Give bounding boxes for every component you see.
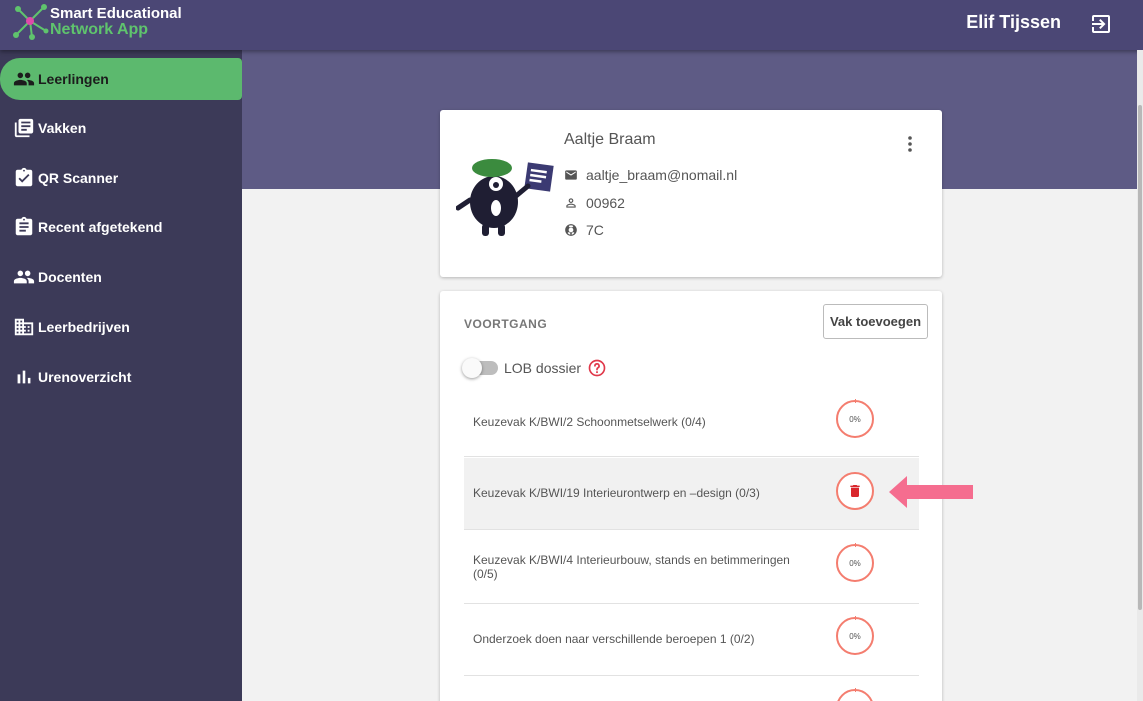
brand-line-2: Network App bbox=[50, 21, 149, 38]
progress-circle: 0% bbox=[836, 399, 874, 438]
student-email-row: aaltje_braam@nomail.nl bbox=[564, 167, 737, 183]
person-outline-icon bbox=[566, 198, 576, 208]
arrow-left-icon bbox=[889, 476, 973, 508]
subject-row[interactable]: Onderzoek doen naar verschillende beroep… bbox=[464, 605, 919, 676]
sidebar-item-label: Leerlingen bbox=[38, 71, 109, 87]
student-number-row: 00962 bbox=[564, 195, 625, 211]
subject-label: Keuzevak K/BWI/2 Schoonmetselwerk (0/4) bbox=[473, 415, 706, 429]
student-avatar-icon bbox=[456, 159, 554, 236]
progress-card: VOORTGANG Vak toevoegen LOB dossier Keuz… bbox=[440, 291, 942, 701]
student-name: Aaltje Braam bbox=[564, 131, 656, 148]
logout-icon[interactable] bbox=[1089, 12, 1113, 36]
sidebar: Leerlingen Vakken QR Scanner Recent afge… bbox=[0, 50, 242, 701]
subject-row[interactable]: Keuzevak K/BWI/4 Interieurbouw, stands e… bbox=[464, 531, 919, 604]
student-class-row: 7C bbox=[564, 222, 604, 238]
sidebar-item-docenten[interactable]: Docenten bbox=[0, 256, 242, 298]
scrollbar[interactable] bbox=[1137, 50, 1143, 701]
people-icon bbox=[13, 72, 35, 86]
sidebar-item-recent-afgetekend[interactable]: Recent afgetekend bbox=[0, 206, 242, 248]
sidebar-item-label: Docenten bbox=[38, 269, 102, 285]
subject-label: Keuzevak K/BWI/4 Interieurbouw, stands e… bbox=[473, 553, 790, 581]
toggle-knob bbox=[462, 358, 482, 378]
help-icon[interactable] bbox=[587, 358, 607, 378]
subject-row[interactable] bbox=[464, 677, 919, 701]
progress-circle bbox=[836, 688, 874, 701]
sidebar-item-label: Recent afgetekend bbox=[38, 219, 163, 235]
sidebar-item-urenoverzicht[interactable]: Urenoverzicht bbox=[0, 356, 242, 398]
mail-icon bbox=[565, 170, 577, 180]
people-icon bbox=[13, 270, 35, 284]
brand-line-1: Smart Educational bbox=[50, 5, 182, 22]
trash-icon bbox=[850, 485, 860, 497]
subject-row[interactable]: Keuzevak K/BWI/2 Schoonmetselwerk (0/4) … bbox=[464, 387, 919, 457]
network-logo-icon bbox=[13, 4, 49, 40]
sidebar-item-label: QR Scanner bbox=[38, 170, 119, 186]
bar-chart-icon bbox=[17, 370, 31, 384]
progress-tick bbox=[855, 399, 856, 403]
group-circle-icon bbox=[565, 224, 577, 236]
sidebar-item-leerlingen[interactable]: Leerlingen bbox=[0, 58, 242, 100]
sidebar-item-label: Urenoverzicht bbox=[38, 369, 132, 385]
progress-tick bbox=[855, 688, 856, 692]
sidebar-item-leerbedrijven[interactable]: Leerbedrijven bbox=[0, 306, 242, 348]
subject-row[interactable]: Keuzevak K/BWI/19 Interieurontwerp en –d… bbox=[464, 458, 919, 530]
more-vert-icon[interactable] bbox=[898, 132, 922, 156]
subject-label: Keuzevak K/BWI/19 Interieurontwerp en –d… bbox=[473, 486, 760, 500]
sidebar-item-qr-scanner[interactable]: QR Scanner bbox=[0, 157, 242, 199]
sidebar-item-label: Leerbedrijven bbox=[38, 319, 130, 335]
lob-dossier-toggle[interactable] bbox=[462, 358, 498, 378]
progress-percent: 0% bbox=[849, 631, 861, 641]
progress-circle: 0% bbox=[836, 616, 874, 655]
subject-label: Onderzoek doen naar verschillende beroep… bbox=[473, 632, 755, 646]
student-profile-card: Aaltje Braam aaltje_braam@nomail.nl 0096… bbox=[440, 110, 942, 277]
brand-name: Smart Educational Network App bbox=[50, 6, 182, 38]
add-subject-button[interactable]: Vak toevoegen bbox=[823, 304, 928, 339]
delete-subject-button[interactable] bbox=[836, 472, 874, 510]
progress-percent: 0% bbox=[849, 414, 861, 424]
lob-dossier-label: LOB dossier bbox=[504, 360, 582, 376]
user-name: Elif Tijssen bbox=[966, 12, 1061, 32]
clipboard-check-icon bbox=[15, 167, 33, 187]
library-icon bbox=[14, 118, 34, 138]
sidebar-item-vakken[interactable]: Vakken bbox=[0, 107, 242, 149]
progress-tick bbox=[855, 616, 856, 620]
clipboard-list-icon bbox=[15, 216, 33, 236]
progress-tick bbox=[855, 543, 856, 547]
scrollbar-thumb[interactable] bbox=[1138, 105, 1142, 610]
student-email: aaltje_braam@nomail.nl bbox=[586, 167, 738, 183]
building-icon bbox=[14, 318, 34, 336]
sidebar-item-label: Vakken bbox=[38, 120, 87, 136]
progress-circle: 0% bbox=[836, 543, 874, 582]
top-bar: Smart Educational Network App Elif Tijss… bbox=[0, 0, 1143, 50]
progress-percent: 0% bbox=[849, 558, 861, 568]
progress-section-title: VOORTGANG bbox=[464, 317, 548, 331]
student-number: 00962 bbox=[586, 195, 625, 211]
student-class: 7C bbox=[586, 222, 604, 238]
